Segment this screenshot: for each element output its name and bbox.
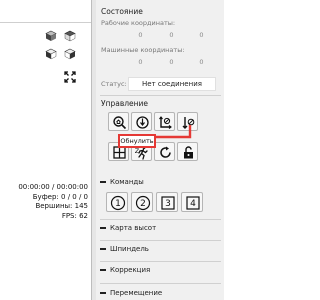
unlock-button[interactable] xyxy=(177,142,198,161)
divider xyxy=(100,283,221,284)
heightmap-header[interactable]: Карта высот xyxy=(100,224,156,232)
viewer-stats: 00:00:00 / 00:00:00 Буфер: 0 / 0 / 0 Вер… xyxy=(18,183,88,221)
probe-z-button[interactable] xyxy=(131,112,152,131)
work-coord-y: 0 xyxy=(169,31,174,39)
jog-title: Перемещение xyxy=(110,289,163,297)
highlight-arrow-icon xyxy=(154,125,192,139)
viewport-top-divider xyxy=(0,22,91,23)
control-title: Управление xyxy=(101,99,149,108)
3d-viewport[interactable]: 00:00:00 / 00:00:00 Буфер: 0 / 0 / 0 Вер… xyxy=(0,0,91,300)
circle-2-icon: 2 xyxy=(135,195,151,211)
correction-header[interactable]: Коррекция xyxy=(100,266,150,274)
machine-coord-z: 0 xyxy=(199,58,204,66)
unlock-icon xyxy=(184,146,193,159)
command-button-4[interactable]: 4 xyxy=(181,192,203,212)
divider xyxy=(100,261,221,262)
spindle-title: Шпиндель xyxy=(110,245,149,253)
status-value: Нет соединения xyxy=(128,77,216,91)
restore-button[interactable] xyxy=(154,142,175,161)
command-button-1[interactable]: 1 xyxy=(106,192,128,212)
square-4-icon: 4 xyxy=(186,196,200,210)
state-title: Состояние xyxy=(101,7,143,16)
circle-1-icon: 1 xyxy=(110,195,126,211)
time-readout: 00:00:00 / 00:00:00 xyxy=(18,183,88,191)
collapse-toggle-icon xyxy=(100,248,106,250)
view-iso-cube-icon[interactable] xyxy=(45,30,57,42)
command-button-3[interactable]: 3 xyxy=(156,192,178,212)
probe-icon xyxy=(136,116,149,129)
square-3-icon: 3 xyxy=(161,196,175,210)
zero-z-tooltip: Обнулить Z xyxy=(118,134,156,155)
collapse-toggle-icon xyxy=(100,269,106,271)
svg-text:2: 2 xyxy=(140,199,146,209)
svg-text:4: 4 xyxy=(190,199,196,209)
restore-arrow-icon xyxy=(160,146,171,158)
heightmap-title: Карта высот xyxy=(110,224,157,232)
view-top-cube-icon[interactable] xyxy=(64,30,76,42)
divider xyxy=(100,95,221,96)
status-label: Статус: xyxy=(101,80,127,88)
fps-readout: FPS: 62 xyxy=(61,211,88,220)
commands-header[interactable]: Команды xyxy=(100,178,144,186)
view-side-cube-icon[interactable] xyxy=(64,48,76,60)
home-button[interactable] xyxy=(108,112,129,131)
work-coord-z: 0 xyxy=(199,31,204,39)
svg-text:1: 1 xyxy=(115,199,121,209)
spindle-header[interactable]: Шпиндель xyxy=(100,245,149,253)
collapse-toggle-icon xyxy=(100,227,106,229)
jog-header[interactable]: Перемещение xyxy=(100,289,162,297)
collapse-toggle-icon xyxy=(100,292,106,294)
fit-view-icon[interactable] xyxy=(64,71,76,83)
vertices-readout: Вершины: 145 xyxy=(35,202,88,210)
home-search-icon xyxy=(113,116,127,130)
view-front-cube-icon[interactable] xyxy=(45,48,57,60)
divider xyxy=(100,240,221,241)
work-coord-x: 0 xyxy=(138,31,143,39)
command-button-2[interactable]: 2 xyxy=(131,192,153,212)
collapse-toggle-icon xyxy=(100,181,106,183)
machine-coord-y: 0 xyxy=(169,58,174,66)
svg-text:3: 3 xyxy=(165,199,171,209)
correction-title: Коррекция xyxy=(110,266,151,274)
control-panel: Состояние Рабочие координаты: 0 0 0 Маши… xyxy=(96,0,224,300)
commands-title: Команды xyxy=(110,178,144,186)
divider xyxy=(100,219,221,220)
buffer-readout: Буфер: 0 / 0 / 0 xyxy=(32,192,88,201)
machine-coords-label: Машинные координаты: xyxy=(101,46,185,54)
machine-coord-x: 0 xyxy=(138,58,143,66)
work-coords-label: Рабочие координаты: xyxy=(101,19,176,27)
